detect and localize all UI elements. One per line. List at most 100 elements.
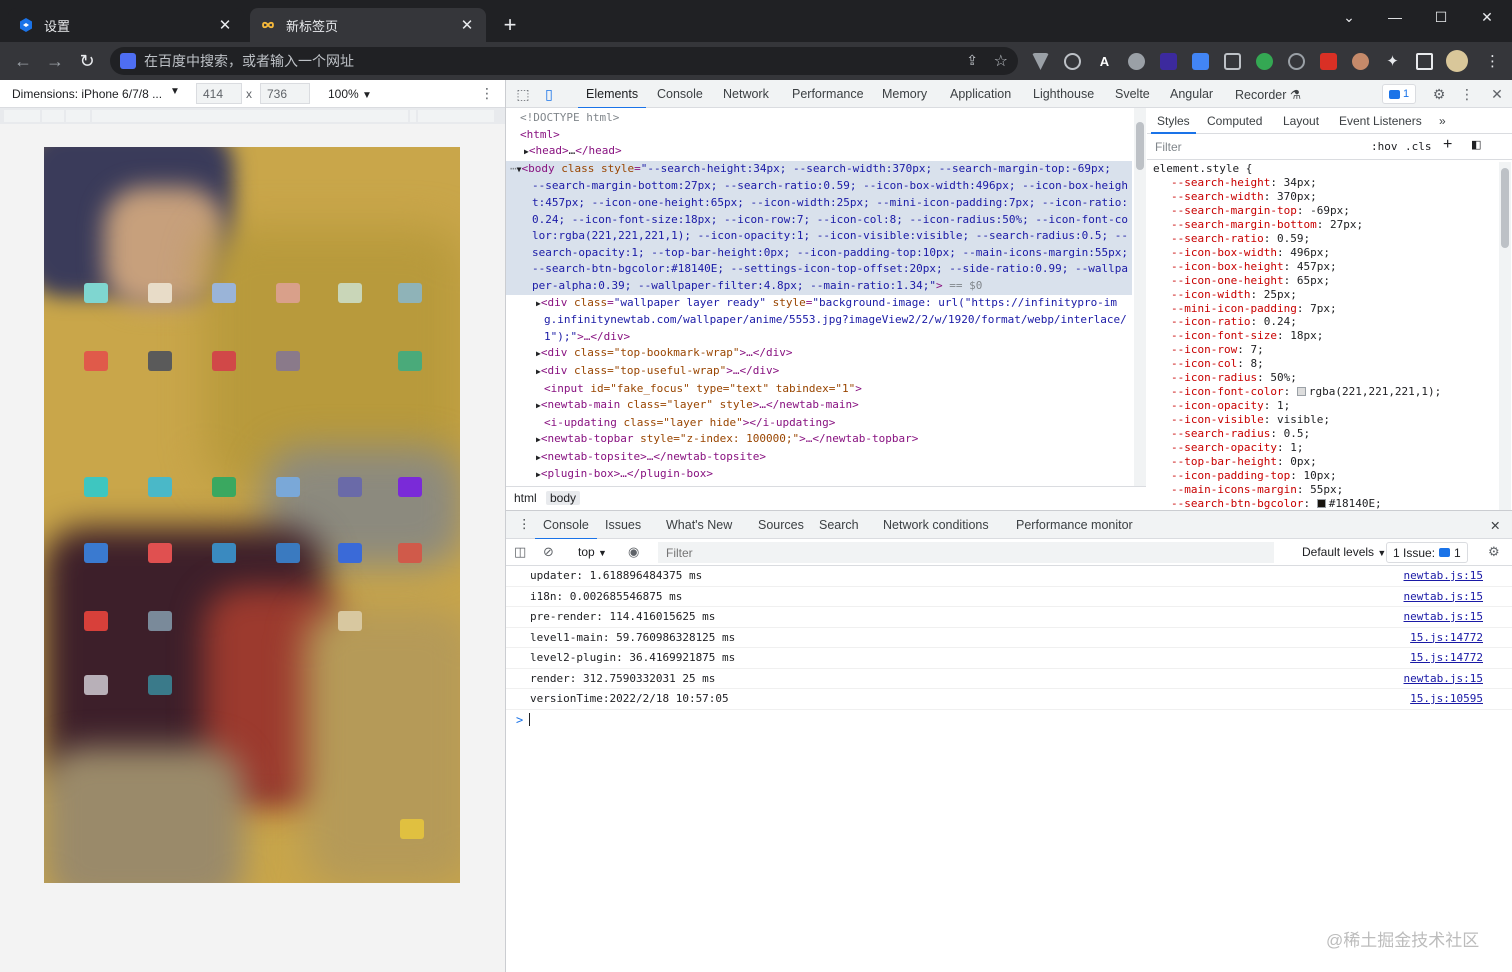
style-property[interactable]: --search-ratio: 0.59; [1153,232,1499,246]
extension-icon[interactable] [1288,53,1305,70]
source-link[interactable]: 15.js:10595 [1410,689,1483,709]
hover-state-toggle[interactable]: :hov [1371,140,1398,153]
gear-icon[interactable]: ⚙ [1430,85,1448,103]
style-property[interactable]: --search-margin-top: -69px; [1153,204,1499,218]
console-filter-input[interactable] [658,542,1274,563]
style-property[interactable]: --icon-opacity: 1; [1153,399,1499,413]
dom-node-child[interactable]: <i-updating class="layer hide"></i-updat… [506,415,1132,432]
style-property[interactable]: --icon-visible: visible; [1153,413,1499,427]
tab-memory[interactable]: Memory [882,87,927,101]
font-extension-icon[interactable]: A [1096,53,1113,70]
issues-counter[interactable]: 1 [1382,84,1416,104]
dom-node-child[interactable]: ▶<div class="top-useful-wrap">…</div> [506,363,1132,381]
back-icon[interactable]: ← [12,50,34,72]
color-swatch[interactable] [1296,387,1306,397]
tab-search-icon[interactable]: ⌄ [1326,4,1372,30]
style-property[interactable]: --icon-ratio: 0.24; [1153,315,1499,329]
tab-svelte[interactable]: Svelte [1115,87,1150,101]
tab-new-tab[interactable]: 新标签页 ✕ [250,8,486,42]
dom-node-child[interactable]: ▶<newtab-main class="layer" style>…</new… [506,397,1132,415]
tab-recorder[interactable]: Recorder ⚗ [1235,87,1301,102]
source-link[interactable]: newtab.js:15 [1404,587,1483,607]
avatar[interactable] [1446,50,1468,72]
tab-settings[interactable]: 设置 ✕ [8,8,244,42]
close-tab-icon[interactable]: ✕ [216,16,234,34]
source-link[interactable]: newtab.js:15 [1404,607,1483,627]
toggle-sidebar-icon[interactable]: ◧ [1471,138,1481,151]
tab-network[interactable]: Network [723,87,769,101]
new-rule-icon[interactable]: + [1443,136,1452,154]
address-bar[interactable]: 在百度中搜索，或者输入一个网址 ⇪ ☆ [110,47,1018,75]
side-panel-icon[interactable] [1416,53,1433,70]
style-property[interactable]: --search-opacity: 1; [1153,441,1499,455]
styles-filter-input[interactable]: Filter [1155,140,1182,154]
tab-event-listeners[interactable]: Event Listeners [1339,114,1422,128]
style-property[interactable]: --icon-box-width: 496px; [1153,246,1499,260]
drawer-tab-performance-monitor[interactable]: Performance monitor [1016,518,1133,532]
more-options-icon[interactable]: ⋮ [480,85,494,102]
dom-scrollbar[interactable] [1134,108,1146,486]
extension-icon[interactable] [1224,53,1241,70]
browser-menu-icon[interactable]: ⋮ [1484,53,1501,70]
device-width-input[interactable] [196,83,242,104]
dom-node-doctype[interactable]: <!DOCTYPE html> [506,110,1132,127]
dom-node-child[interactable]: ▶<div class="top-bookmark-wrap">…</div> [506,345,1132,363]
close-tab-icon[interactable]: ✕ [458,16,476,34]
gear-icon[interactable]: ⚙ [1488,544,1500,560]
new-tab-button[interactable]: + [498,14,522,38]
breadcrumb-body[interactable]: body [546,491,581,505]
dom-node-child[interactable]: ▶<newtab-topsite>…</newtab-topsite> [506,449,1132,467]
style-property[interactable]: --search-height: 34px; [1153,176,1499,190]
context-select[interactable]: top ▼ [578,545,607,559]
share-icon[interactable]: ⇪ [966,52,978,69]
style-property[interactable]: --top-bar-height: 0px; [1153,455,1499,469]
source-link[interactable]: newtab.js:15 [1404,566,1483,586]
close-drawer-icon[interactable]: ✕ [1490,518,1500,533]
style-property[interactable]: --icon-font-color: rgba(221,221,221,1); [1153,385,1499,399]
extension-icon[interactable] [1352,53,1369,70]
device-toolbar-icon[interactable]: ▯ [540,85,558,103]
drawer-tab-issues[interactable]: Issues [605,518,641,532]
device-height-input[interactable] [260,83,310,104]
color-swatch[interactable] [1316,498,1326,508]
drawer-tab-whats-new[interactable]: What's New [666,518,732,532]
close-icon[interactable]: ✕ [1488,85,1506,103]
tab-angular[interactable]: Angular [1170,87,1213,101]
dom-node-child[interactable]: ▶<newtab-topbar style="z-index: 100000;"… [506,431,1132,449]
react-devtools-icon[interactable] [1064,53,1081,70]
style-property[interactable]: --icon-padding-top: 10px; [1153,469,1499,483]
maximize-button[interactable]: ☐ [1418,4,1464,30]
style-property[interactable]: --icon-font-size: 18px; [1153,329,1499,343]
inspect-element-icon[interactable]: ⬚ [514,85,532,103]
style-property[interactable]: --icon-one-height: 65px; [1153,274,1499,288]
style-property[interactable]: --search-margin-bottom: 27px; [1153,218,1499,232]
drawer-tab-search[interactable]: Search [819,518,859,532]
forward-icon[interactable]: → [44,50,66,72]
device-select[interactable]: Dimensions: iPhone 6/7/8 ... [12,87,162,101]
source-link[interactable]: 15.js:14772 [1410,628,1483,648]
more-options-icon[interactable]: ⋮ [1458,85,1476,103]
dom-node-head[interactable]: ▶<head>…</head> [506,143,1132,161]
tab-lighthouse[interactable]: Lighthouse [1033,87,1094,101]
style-property[interactable]: --icon-row: 7; [1153,343,1499,357]
drawer-tab-sources[interactable]: Sources [758,518,804,532]
close-window-button[interactable]: ✕ [1464,4,1510,30]
drawer-tab-network-conditions[interactable]: Network conditions [883,518,989,532]
media-query-bar[interactable] [0,108,505,124]
source-link[interactable]: 15.js:14772 [1410,648,1483,668]
tab-layout[interactable]: Layout [1283,114,1319,128]
style-property[interactable]: --search-btn-bgcolor: #18140E; [1153,497,1499,510]
log-levels-select[interactable]: Default levels ▼ [1302,545,1386,559]
tab-application[interactable]: Application [950,87,1011,101]
tab-console[interactable]: Console [657,87,703,101]
extension-icon[interactable] [1160,53,1177,70]
dom-node-child[interactable]: <input id="fake_focus" type="text" tabin… [506,381,1132,398]
drawer-tab-console[interactable]: Console [535,518,597,540]
extension-icon[interactable] [1256,53,1273,70]
dom-node-wallpaper[interactable]: ▶<div class="wallpaper layer ready" styl… [506,295,1132,313]
bookmark-star-icon[interactable]: ☆ [994,51,1008,71]
console-prompt[interactable]: > [506,710,1512,730]
breadcrumb-html[interactable]: html [510,491,541,505]
dom-node-child[interactable]: ▶<plugin-box>…</plugin-box> [506,466,1132,484]
reload-icon[interactable]: ↻ [76,50,98,72]
